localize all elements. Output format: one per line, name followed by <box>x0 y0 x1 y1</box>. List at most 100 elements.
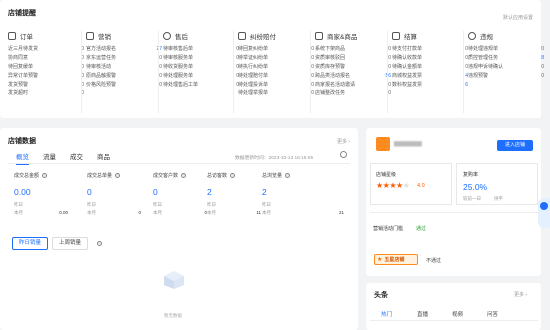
news-tab-live[interactable]: 直播 <box>417 310 428 318</box>
reminder-item[interactable]: 待处理服务单 0 <box>163 72 239 81</box>
settings-link[interactable]: 默认应用设置 <box>503 14 533 21</box>
reminder-item[interactable]: 系统下架商品 0 <box>315 45 391 54</box>
reminder-item[interactable]: 协商同意 0 <box>8 54 84 63</box>
reminder-item[interactable]: 待回复缓单 0 <box>8 63 84 72</box>
reminder-column-header: 商家&商品 <box>315 31 391 41</box>
reminder-item-count: 0 <box>388 81 391 88</box>
metric-yesterday: 昨日 <box>262 202 344 208</box>
enter-shop-button[interactable]: 进入店铺 <box>497 140 533 151</box>
reminder-item-label: 店铺整改任务 <box>315 90 346 97</box>
reminder-item[interactable]: 发货超时 0 <box>8 89 84 98</box>
reminder-item-label: 商家报名活动邀请 <box>315 81 356 88</box>
help-icon[interactable]: ? <box>181 173 187 178</box>
news-tab-qa[interactable]: 问答 <box>487 310 498 318</box>
reminder-item-count: 0 <box>159 63 162 70</box>
reminder-item[interactable]: 商城权益发票 4 <box>392 72 468 81</box>
help-icon[interactable]: ? <box>97 241 102 246</box>
warning-icon <box>468 32 476 40</box>
last-week-sales-button[interactable]: 上周销量 <box>52 237 88 250</box>
metric-card: 成交客户数? 0 昨日 本月 0 <box>153 172 207 216</box>
reminder-item[interactable]: 数科权益发票 6 <box>392 81 468 90</box>
reminder-item[interactable]: 原商品触报警 0 <box>86 72 162 81</box>
reminder-column-header: 营销 <box>86 31 162 41</box>
reminder-item[interactable]: 资质库存预警 0 <box>315 63 391 72</box>
five-star-label: 五星店铺 <box>384 257 405 263</box>
reminder-item[interactable]: 待处理售后工单 0 <box>163 81 239 90</box>
reminder-item-label: 资质库存预警 <box>315 63 346 70</box>
news-tab-video[interactable]: 视频 <box>452 310 463 318</box>
reminder-item-label: 待处理举报单 <box>238 90 269 97</box>
reminder-item[interactable]: 待处理举报单 0 <box>238 89 314 98</box>
reminder-item-count: 0 <box>388 90 391 97</box>
assistant-float-icon[interactable] <box>538 198 550 228</box>
reminder-item-label: 待处理售后工单 <box>163 81 199 88</box>
shop-data-more-link[interactable]: 更多 › <box>337 138 350 145</box>
reminder-panel: 店铺提醒 默认应用设置 订单 近三月待发货 0 协商同意 0 待回复缓单 0 异常订单预警 0 发… <box>0 0 544 118</box>
reminder-item[interactable]: 违规申诉待确认 0 <box>468 63 544 72</box>
reminder-item[interactable]: 发货预警 0 <box>8 81 84 90</box>
refresh-icon[interactable] <box>340 151 347 158</box>
clipboard-icon <box>8 32 16 40</box>
reminder-item-label: 待确认收款单 <box>392 54 423 61</box>
reminder-item-label: 待确认金额单 <box>392 63 423 70</box>
help-icon[interactable]: ? <box>230 173 236 178</box>
yesterday-sales-button[interactable]: 昨日销量 <box>12 237 48 250</box>
reminder-item-count: 0 <box>388 63 391 70</box>
reminder-item[interactable]: 待处理违规单 0 <box>468 45 544 54</box>
reminder-item[interactable]: 违规预警 0 <box>468 72 544 81</box>
reminder-column: 纠纷赔付 待回复纠纷单 0 待举证纠纷单 0 待执行纠纷单 0 待处理赔付单 0 待处理投诉单 0 待… <box>238 31 314 98</box>
reminder-item-label: 待收货服务单 <box>163 63 194 70</box>
reminder-item[interactable]: 资质审核驳回 0 <box>315 54 391 63</box>
reminder-item-label: 待审核售后单 <box>163 46 194 52</box>
reminder-item[interactable]: 价格风险预警 0 <box>86 81 162 90</box>
reminder-item-label: 待审核活动 <box>86 63 112 70</box>
reminder-item[interactable]: 待处理投诉单 0 <box>238 81 314 90</box>
reminder-item[interactable]: 待执行纠纷单 0 <box>238 63 314 72</box>
column-separator <box>310 31 311 113</box>
metric-month-label: 本月 <box>262 210 271 215</box>
reminder-item[interactable]: 跨品类活动报名 56 <box>315 72 391 81</box>
metric-yesterday: 昨日 <box>14 202 68 208</box>
metric-yesterday-label: 昨日 <box>87 202 96 207</box>
reminder-item-count: 0 <box>159 54 162 61</box>
reminder-item[interactable]: 待审核活动 0 <box>86 63 162 72</box>
metric-card: 总访客数? 2 昨日 本月 11 <box>207 172 261 216</box>
reminder-item-label: 质控管理任务 <box>468 54 499 61</box>
reminder-item[interactable]: 待收货服务单 0 <box>163 63 239 72</box>
reminder-item[interactable]: 官方活动报名 27 <box>86 45 162 54</box>
metric-month: 本月 21 <box>262 210 344 216</box>
reminder-item-label: 待处理违规单 <box>468 46 499 52</box>
reminder-item-count: 0 <box>311 46 314 52</box>
reminder-item[interactable]: 商家报名活动邀请 0 <box>315 81 391 90</box>
news-more-link[interactable]: 更多 › <box>514 291 527 298</box>
help-icon[interactable]: ? <box>42 173 48 178</box>
reminder-item-label: 待支付打款单 <box>392 46 423 52</box>
reminder-item-count: 0 <box>311 90 314 97</box>
metric-month-value: 0.00 <box>59 210 68 215</box>
reminder-item[interactable]: 店铺整改任务 0 <box>315 89 391 98</box>
reminder-item[interactable]: 待审核服务单 0 <box>163 54 239 63</box>
reminder-item[interactable]: 待审核售后单 0 <box>163 45 239 54</box>
reminder-item-count: 0 <box>541 63 544 70</box>
activity-value: 通过 <box>416 226 427 232</box>
reminder-item[interactable]: 待确认收款单 0 <box>392 54 468 63</box>
reminder-column-header: 订单 <box>8 31 84 41</box>
rating-label: 店铺星级 <box>376 172 397 178</box>
metric-month: 本月 0 <box>87 210 141 216</box>
shop-data-title: 店铺数据 <box>8 138 36 145</box>
reminder-item[interactable]: 待回复纠纷单 0 <box>238 45 314 54</box>
help-icon[interactable]: ? <box>285 173 291 178</box>
reminder-item[interactable]: 待确认金额单 0 <box>392 63 468 72</box>
help-icon[interactable]: ? <box>115 173 121 178</box>
reminder-item[interactable]: 待支付打款单 0 <box>392 45 468 54</box>
metric-label-text: 成交客户数 <box>153 173 179 179</box>
reminder-item[interactable]: 待举证纠纷单 0 <box>238 54 314 63</box>
reminder-item-count: 0 <box>311 81 314 88</box>
reminder-item[interactable]: 待处理赔付单 0 <box>238 72 314 81</box>
reminder-item[interactable]: 京东运营任务 0 <box>86 54 162 63</box>
retention-sub2: 持平 <box>494 196 503 201</box>
reminder-item[interactable]: 质控管理任务 8 <box>468 54 544 63</box>
reminder-item[interactable]: 异常订单预警 0 <box>8 72 84 81</box>
reminder-item[interactable]: 近三月待发货 0 <box>8 45 84 54</box>
news-divider <box>370 320 538 321</box>
